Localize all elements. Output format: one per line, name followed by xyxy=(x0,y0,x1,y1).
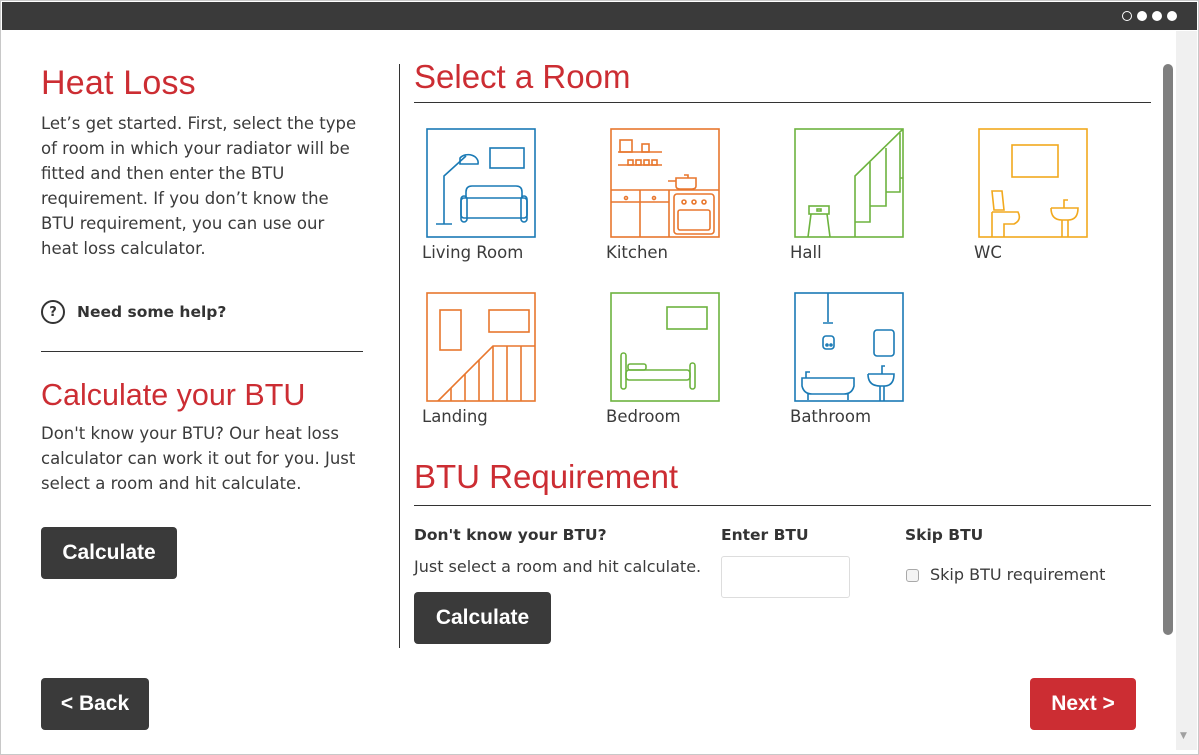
help-label: Need some help? xyxy=(77,303,227,321)
select-room-title: Select a Room xyxy=(414,58,631,95)
room-option-bathroom[interactable]: Bathroom xyxy=(790,292,930,426)
skip-btu-checkbox-label[interactable]: Skip BTU requirement xyxy=(930,565,1105,584)
back-button[interactable]: < Back xyxy=(41,678,149,730)
landing-icon xyxy=(426,292,536,402)
progress-dot xyxy=(1167,11,1177,21)
room-label: Bathroom xyxy=(790,407,872,426)
skip-btu-label: Skip BTU xyxy=(905,526,984,544)
dont-know-text: Just select a room and hit calculate. xyxy=(414,557,702,576)
bathroom-icon xyxy=(794,292,904,402)
progress-dot xyxy=(1137,11,1147,21)
living-room-icon xyxy=(426,128,536,238)
kitchen-icon xyxy=(610,128,720,238)
scroll-down-arrow-icon[interactable]: ▼ xyxy=(1180,731,1187,741)
room-option-bedroom[interactable]: Bedroom xyxy=(606,292,746,426)
skip-btu-checkbox[interactable] xyxy=(906,569,919,582)
room-label: Living Room xyxy=(422,243,524,262)
progress-dot xyxy=(1152,11,1162,21)
btu-requirement-title: BTU Requirement xyxy=(414,458,679,495)
left-panel: Heat Loss Let’s get started. First, sele… xyxy=(41,64,363,496)
intro-text: Let’s get started. First, select the typ… xyxy=(41,114,357,258)
calculate-btu-title: Calculate your BTU xyxy=(41,378,306,412)
room-option-kitchen[interactable]: Kitchen xyxy=(606,128,746,262)
room-option-landing[interactable]: Landing xyxy=(422,292,562,426)
select-room-section: Select a Room xyxy=(414,58,1151,103)
bedroom-icon xyxy=(610,292,720,402)
hall-icon xyxy=(794,128,904,238)
room-label: Landing xyxy=(422,407,488,426)
room-label: Kitchen xyxy=(606,243,669,262)
calculate-button-right[interactable]: Calculate xyxy=(414,592,551,644)
dont-know-label: Don't know your BTU? xyxy=(414,526,607,544)
room-label: Bedroom xyxy=(606,407,681,426)
calculate-button-left[interactable]: Calculate xyxy=(41,527,177,579)
progress-dots xyxy=(1122,11,1177,21)
heat-loss-title: Heat Loss xyxy=(41,64,196,102)
calculate-btu-text: Don't know your BTU? Our heat loss calcu… xyxy=(41,424,356,493)
btu-requirement-section: BTU Requirement xyxy=(414,458,1151,506)
room-option-wc[interactable]: WC xyxy=(974,128,1114,262)
next-button[interactable]: Next > xyxy=(1030,678,1136,730)
help-link[interactable]: ? Need some help? xyxy=(41,300,363,324)
vertical-divider xyxy=(399,64,400,648)
top-bar xyxy=(2,2,1197,30)
scrollbar-thumb[interactable] xyxy=(1163,64,1173,635)
room-option-hall[interactable]: Hall xyxy=(790,128,930,262)
btu-input[interactable] xyxy=(721,556,850,598)
room-label: Hall xyxy=(790,243,822,262)
scrollbar-track[interactable] xyxy=(1176,31,1197,750)
divider xyxy=(41,351,363,352)
question-circle-icon: ? xyxy=(41,300,65,324)
wc-icon xyxy=(978,128,1088,238)
room-label: WC xyxy=(974,243,1002,262)
divider xyxy=(414,102,1151,103)
progress-dot-current xyxy=(1122,11,1132,21)
room-option-living-room[interactable]: Living Room xyxy=(422,128,562,262)
divider xyxy=(414,505,1151,506)
enter-btu-label: Enter BTU xyxy=(721,526,809,544)
